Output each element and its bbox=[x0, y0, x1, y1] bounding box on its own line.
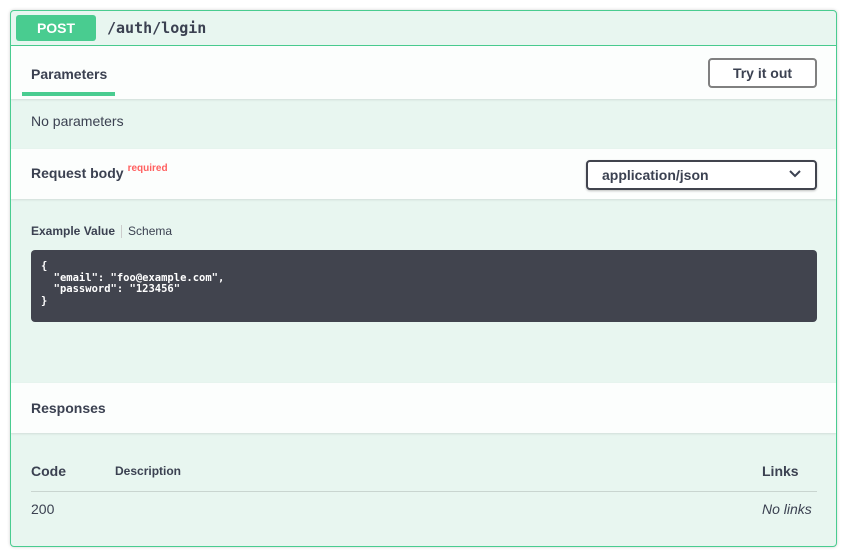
response-links: No links bbox=[762, 501, 812, 517]
operation-path: /auth/login bbox=[107, 19, 207, 37]
responses-title: Responses bbox=[31, 400, 106, 416]
no-parameters-text: No parameters bbox=[31, 113, 124, 129]
responses-header: Responses bbox=[11, 383, 836, 433]
request-body-header: Request body required application/json bbox=[11, 149, 836, 199]
try-it-out-button[interactable]: Try it out bbox=[708, 58, 817, 88]
col-code: Code bbox=[31, 463, 66, 479]
tab-underline bbox=[22, 92, 115, 96]
operation-block: POST /auth/login Parameters Try it out N… bbox=[10, 10, 837, 547]
tab-divider bbox=[121, 225, 123, 239]
tab-schema[interactable]: Schema bbox=[128, 224, 172, 238]
col-links: Links bbox=[762, 463, 799, 479]
tab-example-value[interactable]: Example Value bbox=[31, 224, 115, 238]
content-type-select[interactable]: application/json bbox=[586, 160, 817, 190]
tab-parameters[interactable]: Parameters bbox=[31, 66, 107, 82]
response-code: 200 bbox=[31, 501, 55, 517]
chevron-down-icon bbox=[789, 167, 801, 181]
request-body-title: Request body required bbox=[31, 163, 168, 181]
example-tabs: Example Value Schema bbox=[31, 224, 172, 239]
content-type-value: application/json bbox=[602, 167, 709, 183]
request-body-label: Request body bbox=[31, 165, 124, 181]
table-divider bbox=[31, 491, 817, 492]
operation-summary[interactable]: POST /auth/login bbox=[11, 11, 836, 46]
example-code-block: { "email": "foo@example.com", "password"… bbox=[31, 250, 817, 322]
parameters-header: Parameters Try it out bbox=[11, 46, 836, 99]
required-label: required bbox=[127, 163, 168, 174]
col-description: Description bbox=[115, 464, 182, 478]
method-badge: POST bbox=[16, 15, 96, 41]
